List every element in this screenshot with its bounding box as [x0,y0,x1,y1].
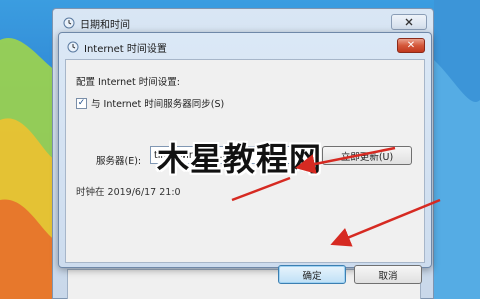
config-label: 配置 Internet 时间设置: [76,77,180,88]
server-value: time.windows.com [154,149,243,161]
dialog-title: Internet 时间设置 [84,43,167,55]
chevron-down-icon[interactable]: ▼ [298,148,312,162]
outer-window-title: 日期和时间 [80,19,130,31]
sync-status-text: 时钟在 2019/6/17 21:0 [76,187,181,198]
ok-button[interactable]: 确定 [278,265,346,284]
outer-window-titlebar: 日期和时间 [63,15,130,31]
server-combobox[interactable]: time.windows.com ▼ [150,146,314,164]
internet-time-settings-dialog: Internet 时间设置 ✕ 配置 Internet 时间设置: ✓ 与 In… [58,32,432,284]
cancel-button[interactable]: 取消 [354,265,422,284]
server-label: 服务器(E): [96,156,142,167]
sync-checkbox[interactable]: ✓ [76,97,87,109]
dialog-close-button[interactable]: ✕ [397,38,425,53]
sync-checkbox-row[interactable]: ✓ 与 Internet 时间服务器同步(S) [76,96,224,110]
sync-checkbox-label: 与 Internet 时间服务器同步(S) [91,99,225,110]
dialog-titlebar: Internet 时间设置 [67,39,167,55]
dialog-body: 配置 Internet 时间设置: ✓ 与 Internet 时间服务器同步(S… [65,59,425,284]
close-icon [405,18,413,26]
update-now-button[interactable]: 立即更新(U) [322,146,412,165]
outer-close-button[interactable] [391,14,427,30]
clock-icon [63,17,75,29]
clock-icon [67,41,79,53]
